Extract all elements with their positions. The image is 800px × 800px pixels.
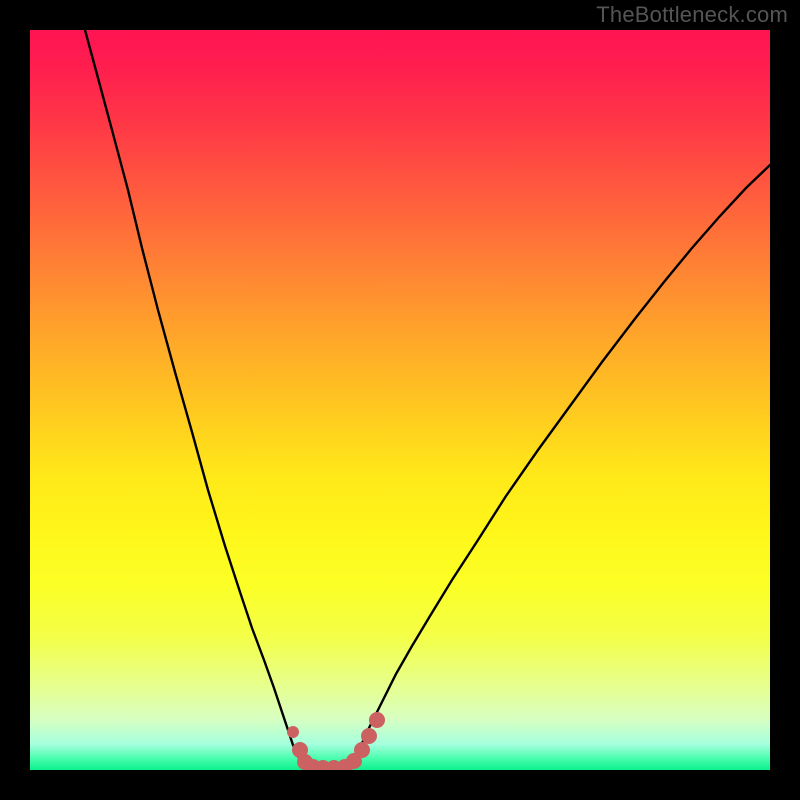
watermark-label: TheBottleneck.com (596, 2, 788, 28)
chart-container: TheBottleneck.com (0, 0, 800, 800)
marker-dot (354, 742, 370, 758)
marker-dot (369, 712, 385, 728)
markers-bottom (287, 712, 385, 770)
plot-area (30, 30, 770, 770)
marker-dot (361, 728, 377, 744)
marker-dot (287, 726, 299, 738)
markers-layer (30, 30, 770, 770)
